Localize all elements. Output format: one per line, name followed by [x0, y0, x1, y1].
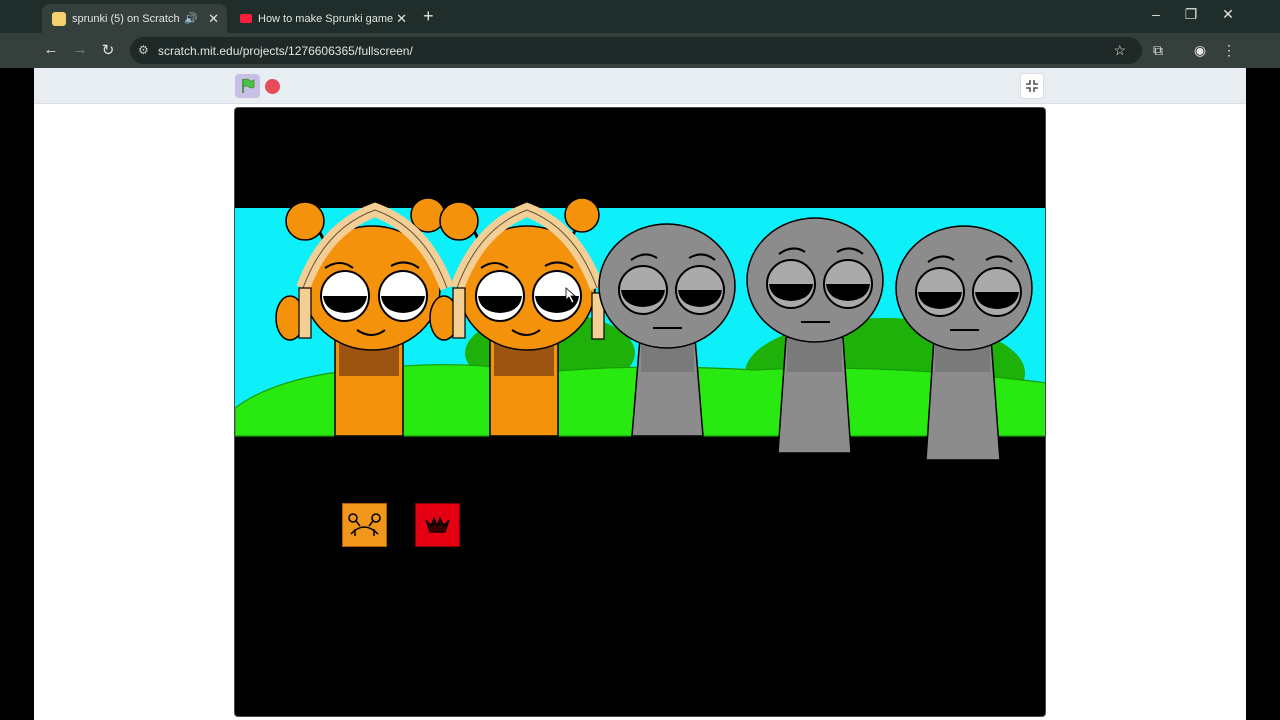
- minimize-button[interactable]: –: [1146, 6, 1166, 22]
- audio-playing-icon[interactable]: 🔊: [184, 12, 198, 25]
- tab-strip: sprunki (5) on Scratch 🔊 ✕ How to make S…: [0, 0, 1280, 33]
- antenna-ball: [285, 201, 325, 241]
- red-character-icon: [425, 516, 450, 533]
- stop-button[interactable]: [265, 79, 280, 94]
- tab-search-icon[interactable]: ⧉: [1149, 42, 1167, 59]
- profile-icon[interactable]: ◉: [1191, 42, 1209, 59]
- scratch-favicon-icon: [52, 11, 66, 26]
- headphone-pad: [298, 287, 312, 339]
- scratch-controls-bar: [34, 68, 1246, 104]
- sound-button-red[interactable]: [415, 503, 460, 547]
- tab-title: sprunki (5) on Scratch: [72, 12, 180, 25]
- back-button[interactable]: ←: [41, 41, 61, 58]
- forward-button[interactable]: →: [70, 41, 90, 58]
- bookmark-star-icon[interactable]: ☆: [1113, 42, 1126, 59]
- close-window-button[interactable]: ✕: [1218, 6, 1238, 23]
- tab-title: How to make Sprunki game in S: [258, 12, 396, 25]
- tab-sprunki-scratch[interactable]: sprunki (5) on Scratch 🔊 ✕: [42, 4, 227, 33]
- headphone-pad: [452, 287, 466, 339]
- url-text[interactable]: scratch.mit.edu/projects/1276606365/full…: [158, 44, 413, 58]
- address-bar[interactable]: ⚙ scratch.mit.edu/projects/1276606365/fu…: [130, 37, 1142, 64]
- screen: sprunki (5) on Scratch 🔊 ✕ How to make S…: [0, 0, 1280, 720]
- menu-icon[interactable]: ⋮: [1220, 42, 1238, 59]
- site-info-icon[interactable]: ⚙: [138, 43, 149, 57]
- neck-shade: [787, 338, 842, 372]
- restore-button[interactable]: ❐: [1181, 6, 1201, 23]
- reload-button[interactable]: ↻: [98, 41, 118, 59]
- navigation-bar: ← → ↻ ⚙ scratch.mit.edu/projects/1276606…: [0, 33, 1280, 68]
- antenna-ball: [564, 197, 600, 233]
- orange-character-icon: [348, 513, 381, 536]
- stage-scene: [235, 197, 1045, 461]
- exit-fullscreen-button[interactable]: [1020, 73, 1044, 99]
- sound-button-orange[interactable]: [342, 503, 387, 547]
- browser-window: sprunki (5) on Scratch 🔊 ✕ How to make S…: [0, 0, 1280, 720]
- tab-youtube-video[interactable]: How to make Sprunki game in S ✕: [230, 4, 415, 33]
- exit-fullscreen-icon: [1026, 80, 1038, 92]
- scratch-stage[interactable]: [234, 107, 1046, 717]
- green-flag-icon: [241, 78, 254, 93]
- new-tab-button[interactable]: +: [423, 6, 434, 27]
- antenna-ball: [439, 201, 479, 241]
- close-tab-icon[interactable]: ✕: [396, 11, 407, 27]
- green-flag-button[interactable]: [235, 74, 260, 98]
- youtube-favicon-icon: [240, 14, 252, 23]
- close-tab-icon[interactable]: ✕: [208, 11, 219, 27]
